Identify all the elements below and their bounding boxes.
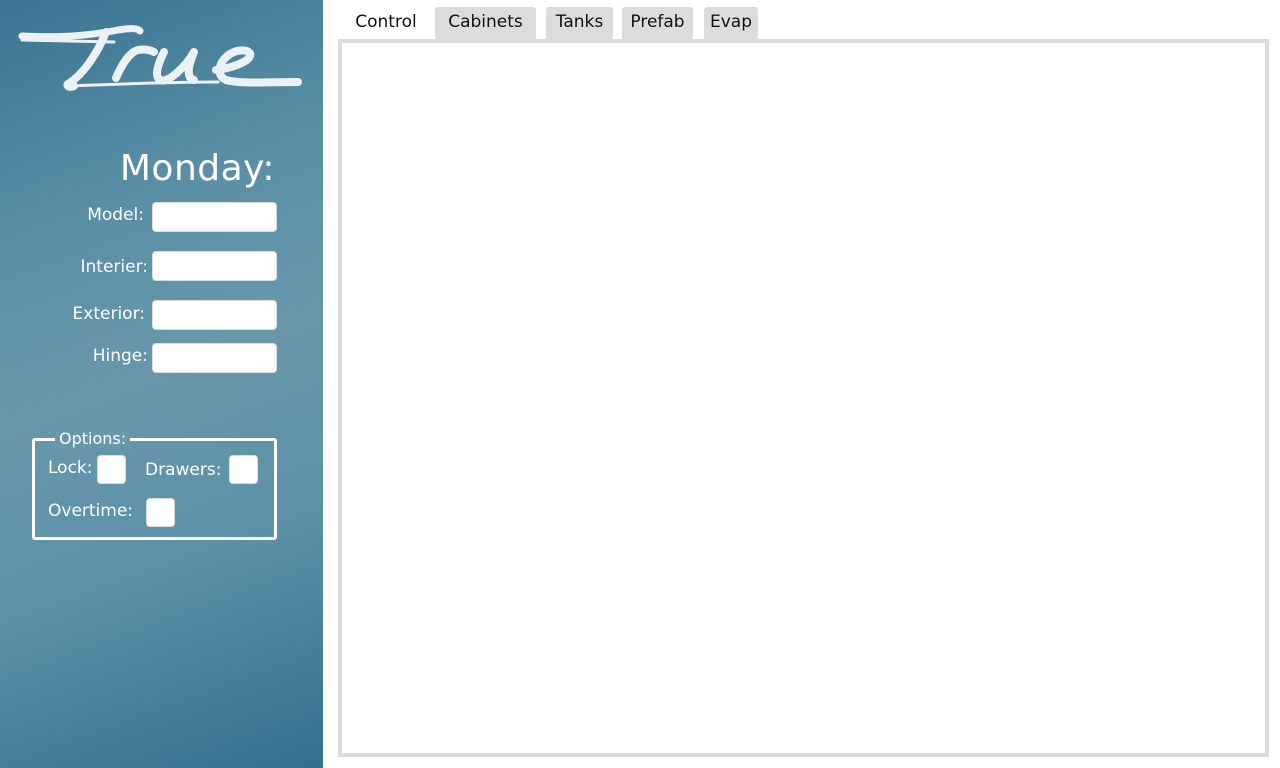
overtime-label: Overtime: <box>48 501 134 521</box>
tab-control[interactable]: Control <box>346 7 426 40</box>
drawers-label: Drawers: <box>145 460 222 480</box>
lock-label: Lock: <box>48 458 93 478</box>
model-label: Model: <box>87 205 144 225</box>
hinge-label: Hinge: <box>92 346 148 366</box>
overtime-checkbox[interactable] <box>146 498 175 527</box>
tab-cabinets[interactable]: Cabinets <box>435 7 536 40</box>
options-group: Options: Lock: Drawers: Overtime: <box>32 430 277 540</box>
day-title: Monday: <box>119 148 275 189</box>
interior-label: Interier: <box>80 257 148 277</box>
tab-tanks[interactable]: Tanks <box>546 7 613 40</box>
sidebar: Monday: Model: Interier: Exterior: Hinge… <box>0 0 323 768</box>
exterior-input[interactable] <box>152 300 277 330</box>
options-legend: Options: <box>55 430 131 448</box>
true-logo <box>18 25 302 91</box>
lock-checkbox[interactable] <box>97 455 126 484</box>
tab-prefab[interactable]: Prefab <box>622 7 693 40</box>
model-input[interactable] <box>152 202 277 232</box>
drawers-checkbox[interactable] <box>229 455 258 484</box>
tab-evap[interactable]: Evap <box>704 7 758 40</box>
hinge-input[interactable] <box>152 343 277 373</box>
interior-input[interactable] <box>152 251 277 281</box>
exterior-label: Exterior: <box>72 304 145 324</box>
tab-content-panel <box>338 39 1269 757</box>
